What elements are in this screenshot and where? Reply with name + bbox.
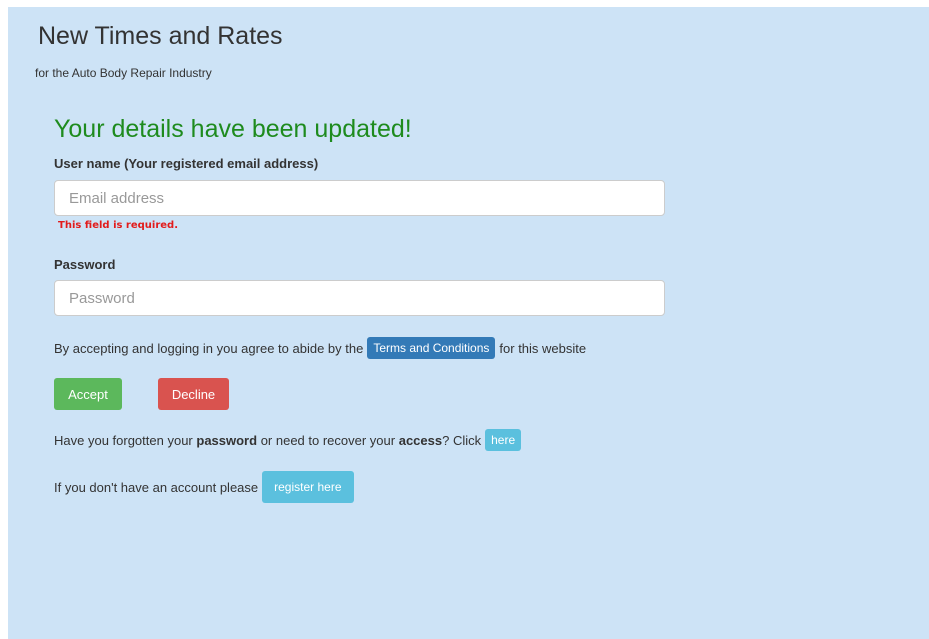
password-field[interactable] xyxy=(54,280,665,316)
terms-prefix: By accepting and logging in you agree to… xyxy=(54,340,364,356)
recovery-bold-access: access xyxy=(398,432,443,448)
decline-button[interactable]: Decline xyxy=(158,378,229,410)
recovery-line: Have you forgotten your password or need… xyxy=(54,429,525,451)
recovery-bold-password: password xyxy=(196,432,258,448)
recovery-text-1: Have you forgotten your xyxy=(54,432,193,448)
site-title: New Times and Rates xyxy=(38,22,283,50)
recovery-text-3: ? Click xyxy=(442,432,482,448)
register-text: If you don't have an account please xyxy=(54,479,259,495)
terms-suffix: for this website xyxy=(499,340,587,356)
accept-button[interactable]: Accept xyxy=(54,378,122,410)
terms-link-button[interactable]: Terms and Conditions xyxy=(367,337,496,359)
success-message: Your details have been updated! xyxy=(54,115,412,143)
password-label: Password xyxy=(54,257,116,272)
terms-line: By accepting and logging in you agree to… xyxy=(54,337,586,359)
email-error-message: This field is required. xyxy=(58,220,179,231)
recovery-here-link[interactable]: here xyxy=(485,429,522,451)
email-field[interactable] xyxy=(54,180,665,216)
recovery-text-2: or need to recover your xyxy=(260,432,396,448)
register-line: If you don't have an account please regi… xyxy=(54,471,354,503)
page-panel: New Times and Rates for the Auto Body Re… xyxy=(8,7,929,639)
site-subtitle: for the Auto Body Repair Industry xyxy=(35,66,212,80)
register-button[interactable]: register here xyxy=(262,471,354,503)
username-label: User name (Your registered email address… xyxy=(54,156,319,171)
